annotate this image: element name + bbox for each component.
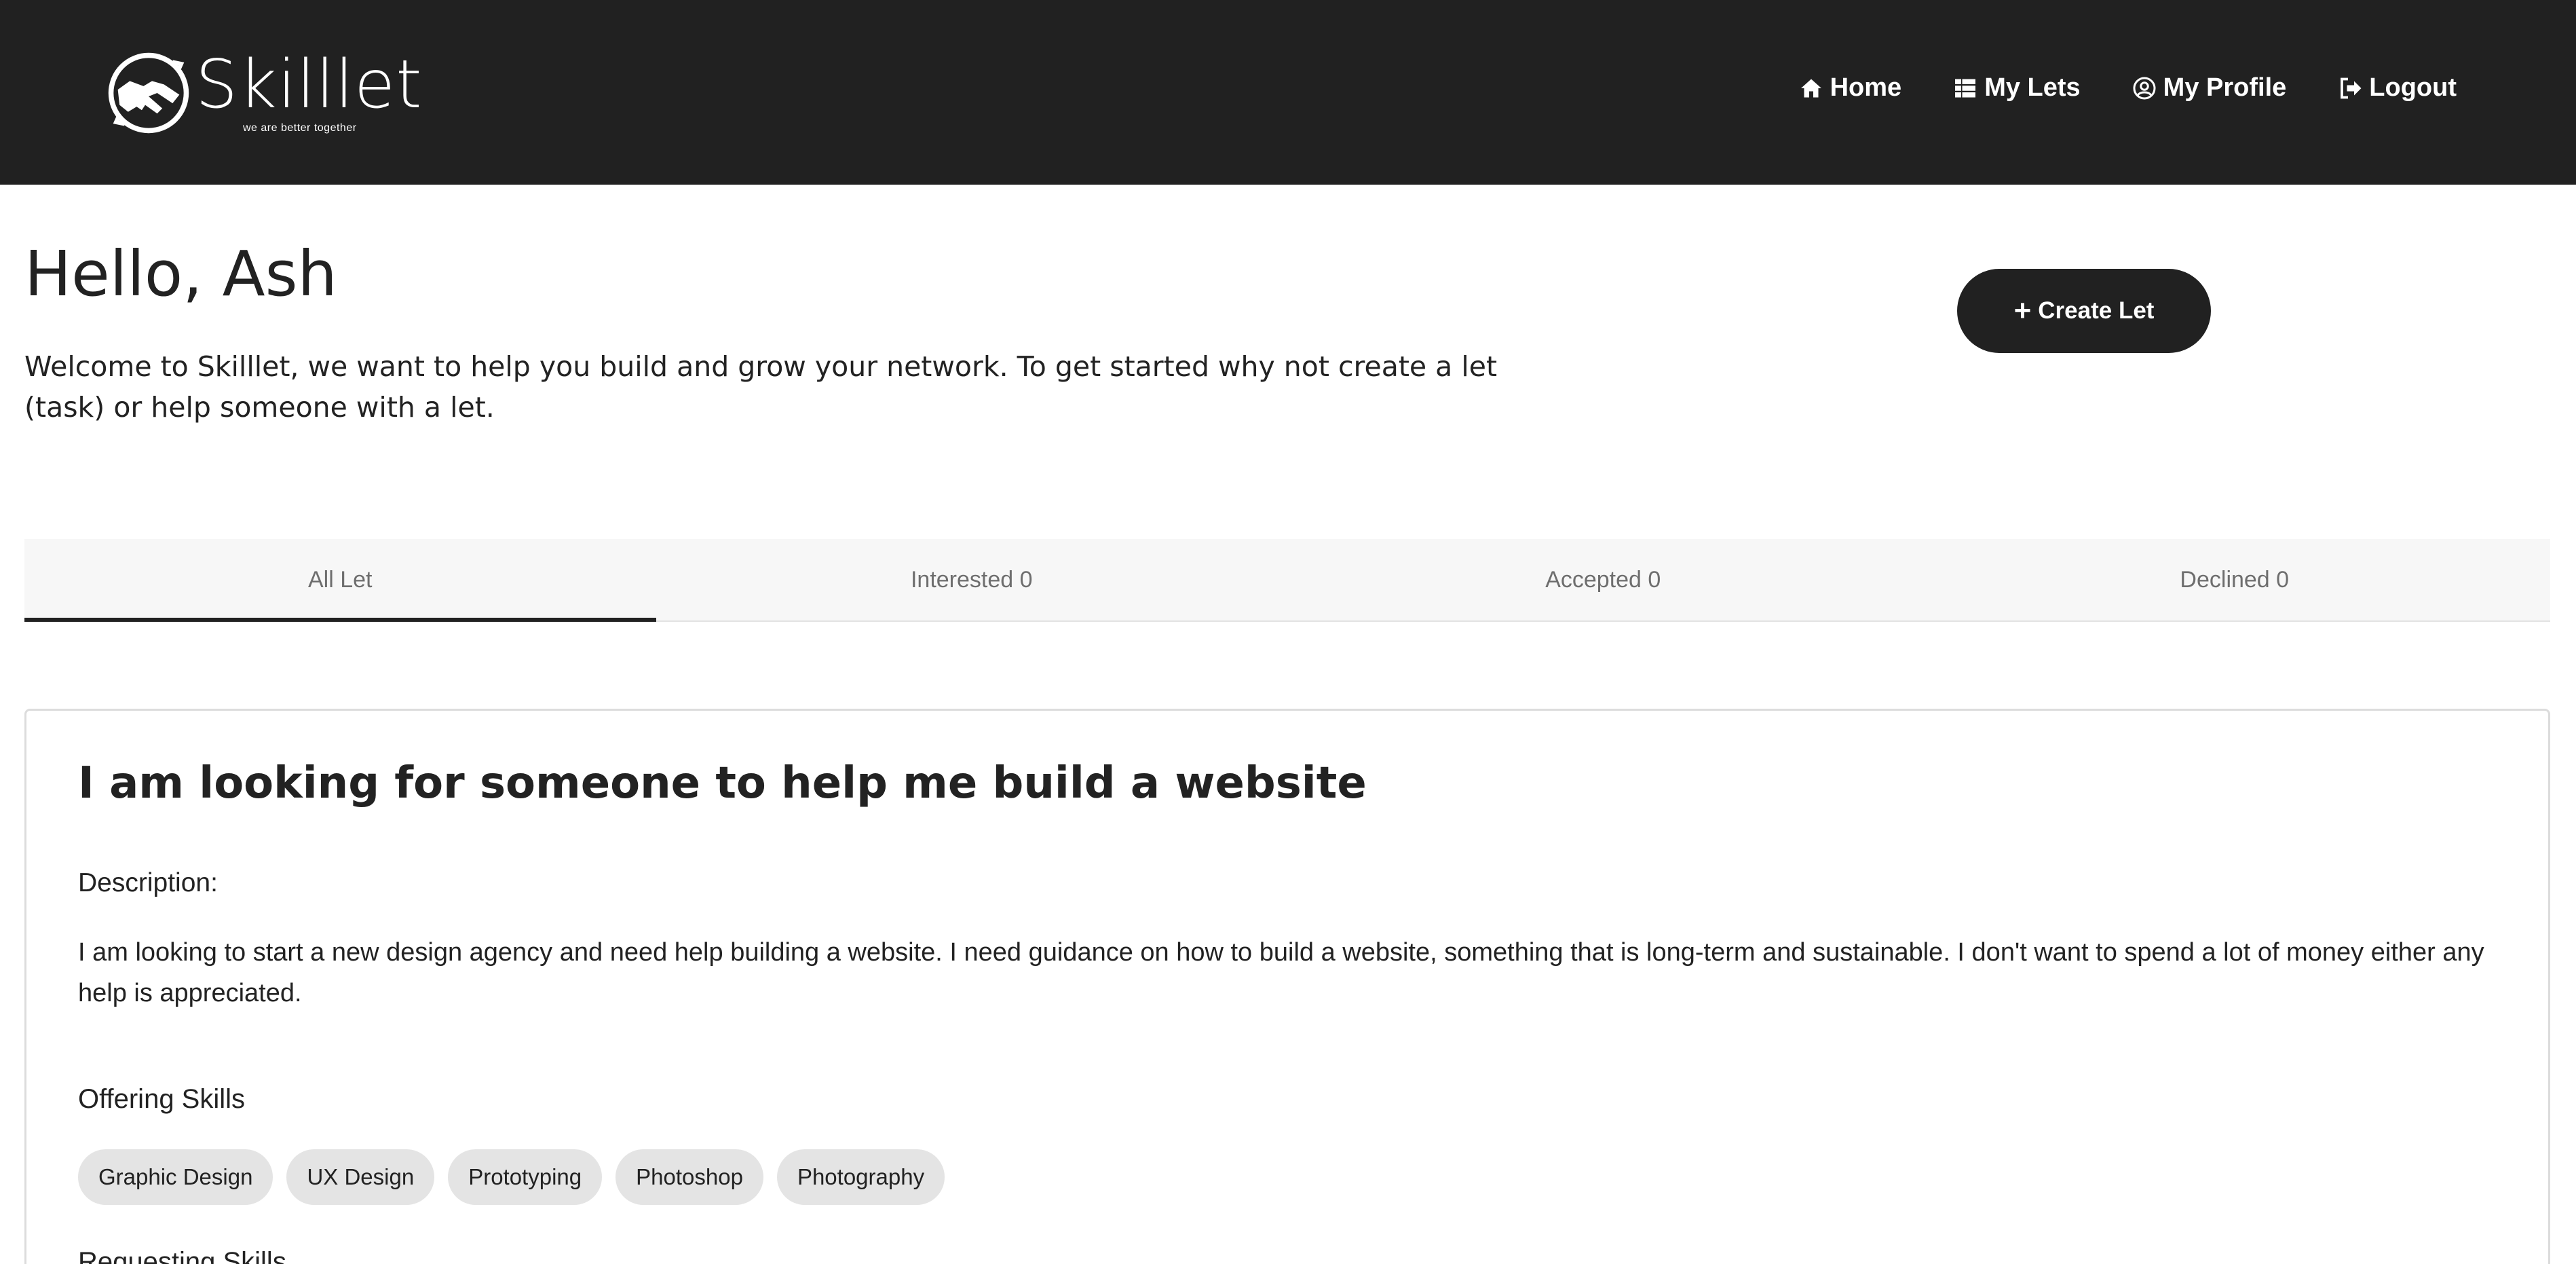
logout-icon bbox=[2341, 77, 2362, 98]
requesting-skills-label: Requesting Skills bbox=[78, 1247, 286, 1264]
description-label: Description: bbox=[78, 868, 218, 897]
tab-declined[interactable]: Declined 0 bbox=[1919, 539, 2551, 620]
brand-tagline: we are better together bbox=[243, 122, 357, 134]
nav-my-lets-label: My Lets bbox=[1984, 73, 2081, 102]
let-tabs: All Let Interested 0 Accepted 0 Declined… bbox=[24, 539, 2550, 622]
welcome-text: Welcome to Skilllet, we want to help you… bbox=[24, 350, 1498, 424]
skill-chip: Graphic Design bbox=[78, 1149, 273, 1205]
main-nav: Home My Lets My Profile Logout bbox=[1799, 73, 2457, 103]
skill-chip: UX Design bbox=[286, 1149, 435, 1205]
nav-my-profile[interactable]: My Profile bbox=[2132, 73, 2287, 103]
tab-accepted[interactable]: Accepted 0 bbox=[1287, 539, 1919, 620]
plus-icon: + bbox=[2013, 294, 2032, 327]
top-navbar: Skilllet we are better together Home My … bbox=[0, 0, 2576, 185]
handshake-circle-icon bbox=[108, 52, 189, 134]
tab-all-let[interactable]: All Let bbox=[24, 539, 656, 622]
let-card[interactable]: I am looking for someone to help me buil… bbox=[24, 709, 2550, 1264]
page-title: Hello, Ash bbox=[24, 238, 337, 310]
skill-chip: Photoshop bbox=[615, 1149, 763, 1205]
description-text: I am looking to start a new design agenc… bbox=[78, 938, 2484, 1007]
create-let-button[interactable]: + Create Let bbox=[1957, 269, 2211, 353]
user-circle-icon bbox=[2133, 77, 2156, 99]
create-let-label: Create Let bbox=[2038, 297, 2155, 324]
brand-text: Skilllet we are better together bbox=[195, 46, 423, 134]
offering-skills-list: Graphic Design UX Design Prototyping Pho… bbox=[78, 1149, 945, 1205]
nav-home-label: Home bbox=[1830, 73, 1902, 102]
brand-logo[interactable]: Skilllet we are better together bbox=[106, 50, 422, 138]
home-icon bbox=[1800, 79, 1821, 97]
brand-name: Skilllet bbox=[195, 46, 423, 124]
let-title: I am looking for someone to help me buil… bbox=[78, 758, 1367, 808]
offering-skills-label: Offering Skills bbox=[78, 1084, 246, 1114]
nav-logout[interactable]: Logout bbox=[2338, 73, 2457, 103]
nav-my-lets[interactable]: My Lets bbox=[1953, 73, 2081, 103]
tab-interested[interactable]: Interested 0 bbox=[656, 539, 1288, 620]
nav-my-profile-label: My Profile bbox=[2163, 73, 2287, 102]
skill-chip: Prototyping bbox=[448, 1149, 603, 1205]
nav-home[interactable]: Home bbox=[1799, 73, 1902, 103]
nav-logout-label: Logout bbox=[2369, 73, 2457, 102]
skill-chip: Photography bbox=[776, 1149, 945, 1205]
table-icon bbox=[1955, 79, 1976, 97]
